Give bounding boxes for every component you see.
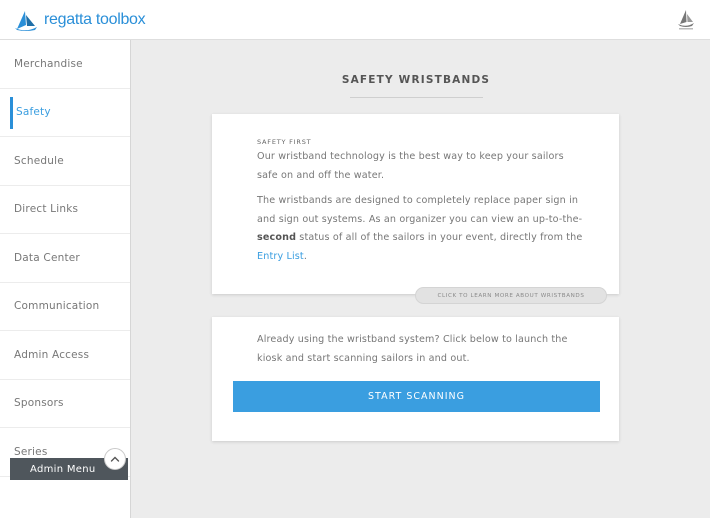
page-title: SAFETY WRISTBANDS bbox=[341, 74, 491, 86]
sailboat-logo-icon bbox=[15, 11, 37, 31]
sidebar-item-communication[interactable]: Communication bbox=[0, 283, 130, 331]
admin-menu-toggle[interactable] bbox=[104, 448, 126, 470]
sidebar-item-schedule[interactable]: Schedule bbox=[0, 137, 130, 186]
sidebar-item-label: Safety bbox=[16, 106, 51, 119]
scan-card: Already using the wristband system? Clic… bbox=[212, 317, 619, 441]
scan-description: Already using the wristband system? Clic… bbox=[257, 334, 568, 364]
para2-text-end: . bbox=[303, 250, 308, 262]
sidebar: Merchandise Safety Schedule Direct Links… bbox=[0, 40, 131, 518]
para2-text-middle: status of all of the sailors in your eve… bbox=[296, 232, 583, 243]
info-paragraph-1: Our wristband technology is the best way… bbox=[257, 151, 564, 181]
sidebar-item-label: Admin Access bbox=[14, 348, 90, 361]
sidebar-item-data-center[interactable]: Data Center bbox=[0, 234, 130, 283]
card-overline: SAFETY FIRST bbox=[257, 138, 312, 146]
app-logo[interactable]: regatta toolbox bbox=[14, 9, 146, 31]
sidebar-item-label: Communication bbox=[14, 300, 100, 313]
learn-more-wristbands-button[interactable]: CLICK TO LEARN MORE ABOUT WRISTBANDS bbox=[415, 287, 607, 304]
sidebar-item-admin-access[interactable]: Admin Access bbox=[0, 331, 130, 380]
chevron-up-icon bbox=[110, 456, 120, 462]
sidebar-item-merchandise[interactable]: Merchandise bbox=[0, 40, 130, 89]
info-paragraph-2: The wristbands are designed to completel… bbox=[257, 192, 587, 266]
sidebar-item-label: Data Center bbox=[14, 251, 80, 264]
sailboat-mark-icon bbox=[678, 10, 694, 30]
para2-text-start: The wristbands are designed to completel… bbox=[257, 195, 583, 225]
entry-list-link[interactable]: Entry List bbox=[257, 251, 304, 262]
logo-text: regatta toolbox bbox=[44, 11, 146, 28]
para2-bold-text: second bbox=[257, 232, 297, 243]
sidebar-item-label: Merchandise bbox=[14, 57, 83, 70]
sidebar-item-direct-links[interactable]: Direct Links bbox=[0, 186, 130, 234]
sidebar-item-safety[interactable]: Safety bbox=[0, 89, 130, 137]
wristband-info-card: SAFETY FIRST Our wristband technology is… bbox=[212, 114, 619, 294]
top-bar: regatta toolbox bbox=[0, 0, 710, 40]
corner-logo bbox=[676, 7, 696, 35]
sidebar-item-sponsors[interactable]: Sponsors bbox=[0, 380, 130, 428]
title-divider bbox=[350, 97, 483, 98]
admin-menu-label: Admin Menu bbox=[30, 463, 96, 475]
sidebar-item-label: Schedule bbox=[14, 154, 64, 167]
sidebar-item-label: Series bbox=[14, 445, 48, 458]
start-scanning-button[interactable]: START SCANNING bbox=[233, 381, 600, 412]
sidebar-item-label: Sponsors bbox=[14, 397, 64, 410]
sidebar-item-label: Direct Links bbox=[14, 203, 79, 216]
